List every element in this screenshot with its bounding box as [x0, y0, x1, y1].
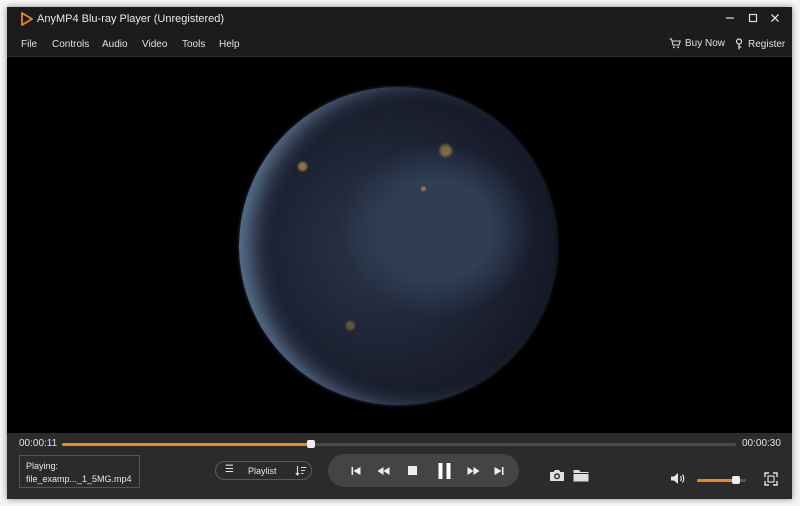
- previous-icon: [351, 466, 361, 475]
- fast-forward-icon: [467, 466, 479, 475]
- title-bar: AnyMP4 Blu-ray Player (Unregistered): [7, 7, 792, 31]
- cart-icon: [669, 38, 681, 49]
- menu-video[interactable]: Video: [142, 39, 167, 50]
- register-label: Register: [748, 38, 786, 50]
- menu-controls[interactable]: Controls: [52, 39, 89, 50]
- close-icon: [771, 14, 779, 22]
- menu-file[interactable]: File: [21, 39, 37, 50]
- buy-now-button[interactable]: Buy Now: [669, 38, 725, 49]
- fullscreen-button[interactable]: [764, 472, 778, 491]
- current-time: 00:00:11: [19, 438, 58, 449]
- camera-icon: [550, 470, 564, 481]
- maximize-button[interactable]: [743, 10, 763, 28]
- previous-button[interactable]: [346, 454, 366, 487]
- open-folder-button[interactable]: [573, 469, 589, 487]
- seek-handle[interactable]: [307, 440, 316, 448]
- menu-bar: File Controls Audio Video Tools Help Buy…: [7, 31, 792, 57]
- playlist-label: Playlist: [248, 466, 277, 476]
- menu-audio[interactable]: Audio: [102, 39, 128, 50]
- now-playing-file: file_examp..._1_5MG.mp4: [26, 474, 132, 484]
- volume-slider[interactable]: [697, 476, 746, 484]
- total-time: 00:00:30: [742, 438, 781, 449]
- playlist-button[interactable]: ☰ Playlist: [215, 461, 312, 480]
- maximize-icon: [748, 13, 758, 23]
- pause-button[interactable]: [431, 454, 457, 487]
- next-button[interactable]: [489, 454, 509, 487]
- pause-icon: [438, 462, 450, 479]
- control-panel: 00:00:11 00:00:30 Playing: file_examp...…: [7, 433, 792, 499]
- mute-button[interactable]: [670, 472, 687, 490]
- transport-controls: [328, 454, 519, 487]
- minimize-icon: [726, 17, 734, 19]
- close-button[interactable]: [765, 10, 785, 28]
- now-playing-box: Playing: file_examp..._1_5MG.mp4: [19, 455, 140, 488]
- app-logo-icon: [21, 12, 33, 26]
- app-title: AnyMP4 Blu-ray Player (Unregistered): [37, 13, 225, 25]
- seek-progress: [62, 443, 312, 446]
- rewind-button[interactable]: [372, 454, 394, 487]
- menu-tools[interactable]: Tools: [182, 39, 205, 50]
- volume-icon: [671, 473, 685, 484]
- minimize-button[interactable]: [720, 10, 740, 28]
- menu-help[interactable]: Help: [219, 39, 240, 50]
- list-icon: ☰: [225, 464, 234, 475]
- stop-icon: [407, 466, 417, 476]
- seek-bar[interactable]: [62, 440, 736, 448]
- now-playing-label: Playing:: [26, 461, 59, 471]
- key-icon: [735, 38, 743, 50]
- register-button[interactable]: Register: [734, 38, 785, 50]
- volume-handle[interactable]: [732, 476, 741, 484]
- buy-now-label: Buy Now: [685, 38, 726, 49]
- fullscreen-icon: [764, 472, 778, 486]
- fast-forward-button[interactable]: [462, 454, 484, 487]
- volume-level: [697, 479, 737, 482]
- stop-button[interactable]: [402, 454, 422, 487]
- rewind-icon: [377, 466, 389, 475]
- player-window: AnyMP4 Blu-ray Player (Unregistered) Fil…: [7, 7, 792, 499]
- sort-icon: [295, 466, 307, 476]
- next-icon: [494, 466, 504, 475]
- folder-icon: [573, 470, 589, 482]
- video-area[interactable]: [7, 57, 792, 433]
- video-frame-earth: [239, 87, 557, 405]
- snapshot-button[interactable]: [549, 469, 565, 487]
